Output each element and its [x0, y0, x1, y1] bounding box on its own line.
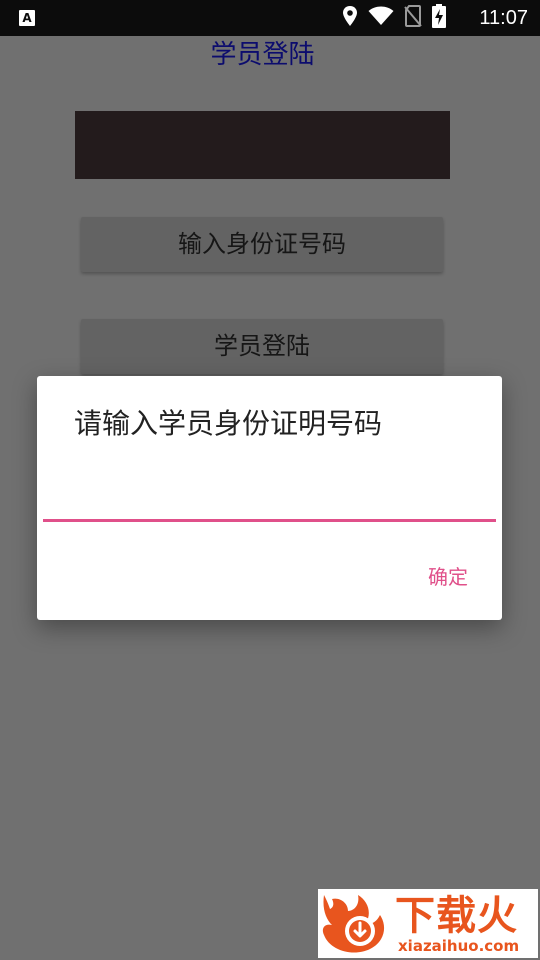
student-login-button[interactable]: 学员登陆 — [81, 319, 443, 374]
watermark: 下载火 xiazaihuo.com — [318, 889, 538, 958]
app-notification-icon: A — [19, 10, 35, 26]
enter-id-number-button[interactable]: 输入身份证号码 — [81, 217, 443, 272]
watermark-domain: xiazaihuo.com — [398, 937, 520, 955]
status-time: 11:07 — [479, 7, 528, 29]
location-icon — [342, 5, 358, 31]
no-sim-icon — [404, 5, 422, 31]
page-title: 学员登陆 — [210, 40, 315, 70]
display-box — [75, 111, 450, 179]
dialog-title: 请输入学员身份证明号码 — [74, 407, 383, 440]
id-input-dialog: 请输入学员身份证明号码 确定 — [37, 376, 502, 620]
status-icons — [342, 4, 446, 32]
id-number-input[interactable] — [43, 476, 496, 522]
flame-logo-icon — [322, 895, 385, 953]
confirm-button[interactable]: 确定 — [428, 562, 468, 592]
status-bar: A 11:07 — [0, 0, 540, 36]
wifi-icon — [368, 6, 394, 30]
battery-charging-icon — [432, 4, 446, 32]
watermark-title: 下载火 — [395, 893, 518, 939]
